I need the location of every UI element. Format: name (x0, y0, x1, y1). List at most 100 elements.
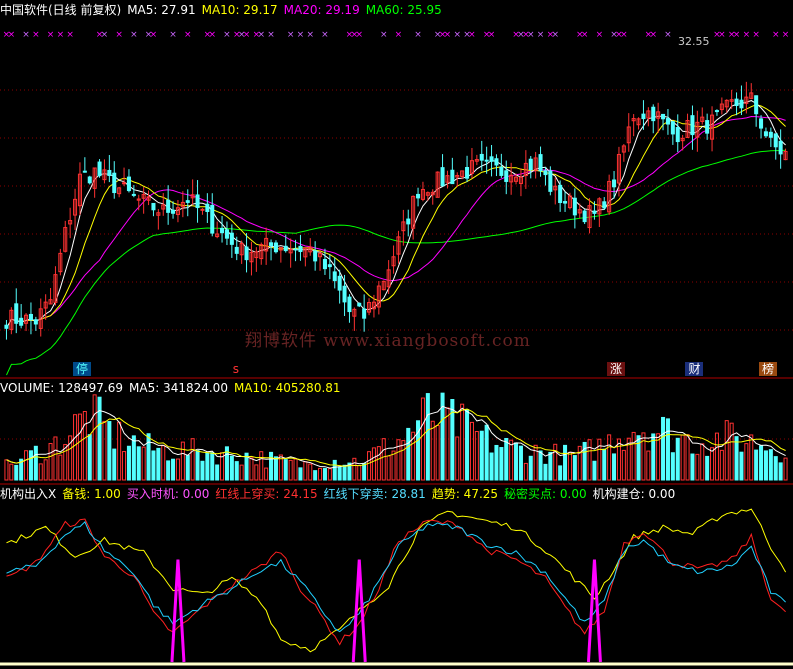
top-marker: × (488, 30, 496, 40)
volume-bar (254, 464, 259, 481)
candle-body (97, 161, 102, 177)
volume-bar (386, 455, 391, 481)
candle-body (298, 245, 303, 253)
event-badge: s (229, 362, 243, 376)
candle-body (406, 218, 411, 225)
volume-bar (695, 453, 700, 481)
volume-bar (53, 436, 58, 481)
candle-body (651, 106, 656, 122)
top-marker: × (772, 30, 780, 40)
volume-bar (102, 420, 107, 481)
volume-bar (719, 449, 724, 481)
candle-body (450, 169, 455, 185)
volume-bar (548, 451, 553, 481)
volume-bar (327, 468, 332, 481)
volume-bar (435, 424, 440, 481)
volume-bar (646, 450, 651, 481)
volume-bar (200, 460, 205, 481)
volume-bar (509, 439, 514, 481)
volume-bar (97, 396, 102, 481)
top-marker: × (184, 30, 192, 40)
volume-ma10-value: MA10: 405280.81 (233, 381, 341, 395)
candle-body (499, 166, 504, 176)
candle-body (19, 317, 24, 326)
volume-bar (773, 456, 778, 481)
volume-bar (337, 466, 342, 481)
volume-bar (376, 446, 381, 481)
volume-bar (616, 438, 621, 481)
candle-body (558, 184, 563, 204)
volume-bar (313, 470, 318, 481)
candle-body (543, 170, 548, 176)
volume-bar (28, 450, 33, 481)
top-marker: × (453, 30, 461, 40)
candle-body (602, 201, 607, 209)
candle-body (759, 118, 764, 129)
buy-signal-spike (351, 559, 367, 663)
volume-bar (357, 465, 362, 481)
candle-body (14, 303, 19, 324)
top-marker: × (649, 30, 657, 40)
candle-body (28, 313, 33, 321)
qushi-value: 趋势: 47.25 (431, 487, 499, 501)
candle-body (582, 210, 587, 223)
top-marker: × (257, 30, 265, 40)
candle-body (269, 242, 274, 247)
volume-bar (401, 440, 406, 481)
volume-bar (489, 452, 494, 481)
volume-bar (259, 451, 264, 481)
candle-body (484, 159, 489, 162)
volume-bar (249, 457, 254, 481)
volume-bars (4, 392, 788, 481)
candle-body (337, 275, 342, 291)
volume-bar (63, 444, 68, 481)
volume-bar (778, 462, 783, 481)
top-marker: × (782, 30, 790, 40)
top-marker: × (66, 30, 74, 40)
price-header: 中国软件(日线 前复权) MA5: 27.91 MA10: 29.17 MA20: 2… (0, 3, 448, 17)
candle-body (185, 200, 190, 203)
candle-body (548, 170, 553, 192)
volume-bar (381, 438, 386, 481)
top-marker: × (101, 30, 109, 40)
volume-bar (602, 448, 607, 481)
volume-bar (332, 459, 337, 481)
top-marker: × (223, 30, 231, 40)
volume-bar (734, 436, 739, 481)
top-marker: × (287, 30, 295, 40)
candle-body (563, 201, 568, 204)
volume-bar (180, 441, 185, 481)
candle-body (126, 176, 131, 192)
volume-bar (92, 394, 97, 481)
volume-bar (362, 463, 367, 481)
candle-body (322, 259, 327, 270)
volume-bar (43, 459, 48, 481)
volume-value: VOLUME: 128497.69 (0, 381, 123, 395)
candle-body (87, 176, 92, 184)
candlestick-series (4, 81, 788, 340)
top-marker: × (355, 30, 363, 40)
indicator-lines (6, 508, 787, 653)
volume-bar (587, 439, 592, 481)
volume-bar (759, 445, 764, 481)
jigou-value: 机构建仓: 0.00 (592, 487, 676, 501)
candle-body (342, 285, 347, 303)
volume-bar (607, 434, 612, 481)
volume-bar (298, 467, 303, 481)
ma20-line (6, 115, 786, 329)
candle-body (739, 99, 744, 109)
indicator-line (6, 508, 787, 653)
volume-bar (87, 434, 92, 481)
volume-bar (665, 418, 670, 481)
volume-bar (563, 444, 568, 481)
volume-bar (156, 447, 161, 481)
top-marker: × (57, 30, 65, 40)
candle-body (763, 131, 768, 137)
volume-bar (494, 444, 499, 481)
volume-bar (754, 449, 759, 481)
volume-bar (151, 450, 156, 481)
buy-signal-spike (586, 559, 602, 663)
ma5-line (6, 100, 786, 329)
volume-bar (293, 458, 298, 481)
volume-bar (136, 446, 141, 481)
